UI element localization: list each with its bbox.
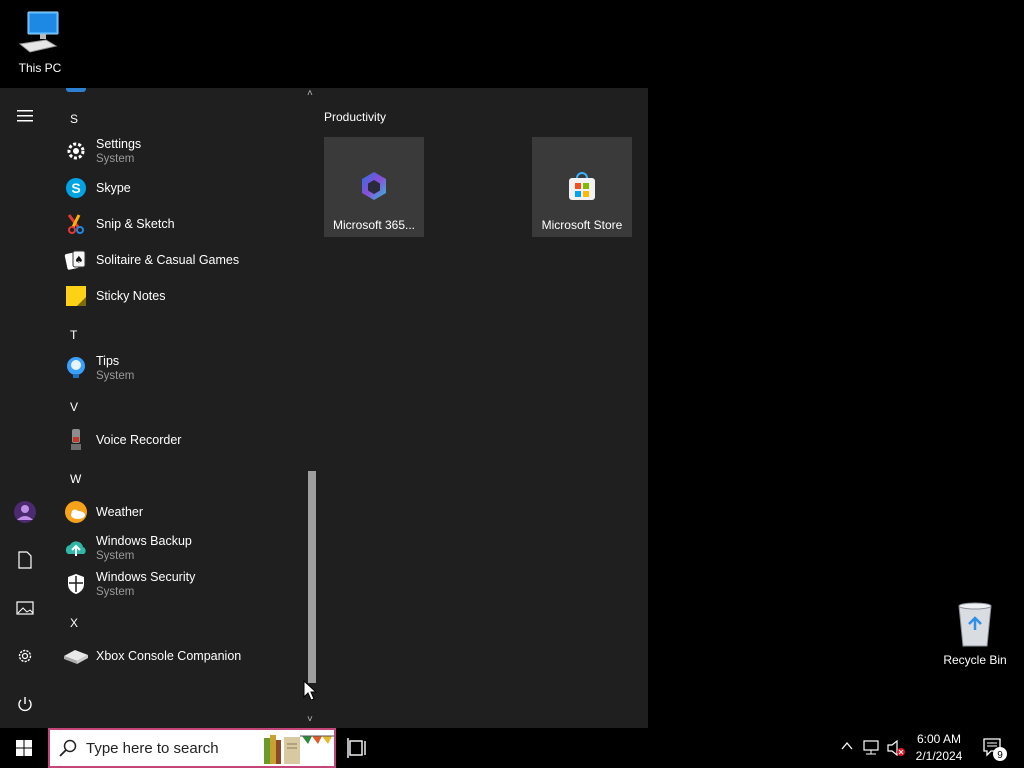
clock-time: 6:00 AM	[916, 732, 962, 746]
app-subtitle: System	[96, 586, 135, 598]
app-name: Settings	[96, 137, 142, 151]
scroll-down-arrow-icon[interactable]: ˅	[307, 714, 313, 725]
action-center-button[interactable]: 9	[980, 736, 1010, 762]
svg-text:S: S	[71, 180, 80, 196]
letter-header-w[interactable]: W	[70, 472, 81, 486]
app-name: Windows Backup	[96, 534, 192, 548]
search-icon	[50, 739, 86, 757]
svg-text:♠: ♠	[75, 255, 84, 266]
recycle-bin-icon	[958, 602, 992, 647]
windows-logo-icon	[16, 740, 32, 756]
taskbar: Type here to search 6:00 AM 2/1/2024 9	[0, 728, 1024, 768]
letter-header-v[interactable]: V	[70, 400, 78, 414]
documents-icon	[18, 551, 32, 569]
windows-security-shield-icon	[63, 571, 89, 597]
app-settings[interactable]: Settings System	[60, 134, 300, 168]
user-avatar-icon	[14, 501, 36, 523]
xbox-companion-icon	[63, 643, 89, 669]
app-subtitle: System	[96, 550, 135, 562]
app-name: Snip & Sketch	[96, 217, 175, 231]
power-icon	[18, 697, 32, 712]
notification-icon: 9	[983, 738, 1007, 761]
user-account-button[interactable]	[5, 492, 45, 532]
pictures-icon	[16, 601, 34, 615]
app-name: Weather	[96, 505, 144, 519]
app-subtitle: System	[96, 370, 135, 382]
app-sticky-notes[interactable]: Sticky Notes	[60, 279, 300, 313]
app-voice-recorder[interactable]: Voice Recorder	[60, 423, 300, 457]
windows-backup-icon	[63, 535, 89, 561]
tile-group-title[interactable]: Productivity	[324, 110, 386, 124]
scroll-up-arrow-icon[interactable]: ˄	[307, 88, 313, 99]
this-pc-label: This PC	[18, 61, 62, 75]
start-button[interactable]	[0, 728, 48, 768]
this-pc-desktop-icon[interactable]: This PC	[0, 8, 80, 75]
show-hidden-icons-chevron-icon[interactable]	[840, 739, 854, 753]
computer-icon	[18, 11, 59, 53]
settings-button[interactable]	[5, 636, 45, 676]
hamburger-icon	[17, 110, 33, 122]
letter-header-t[interactable]: T	[70, 328, 77, 342]
tiles-area: Productivity Microsoft 365... Microsoft …	[320, 88, 648, 728]
tile-microsoft-store[interactable]: Microsoft Store	[532, 137, 632, 237]
taskbar-search-box[interactable]: Type here to search	[48, 728, 336, 768]
app-name: Xbox Console Companion	[96, 649, 242, 663]
app-solitaire[interactable]: ♠ Solitaire & Casual Games	[60, 243, 300, 277]
app-xbox-console-companion[interactable]: Xbox Console Companion	[60, 639, 300, 673]
app-skype[interactable]: S Skype	[60, 171, 300, 205]
app-name: Voice Recorder	[96, 433, 182, 447]
hamburger-menu-button[interactable]	[5, 96, 45, 136]
volume-muted-icon[interactable]	[886, 739, 906, 757]
settings-gear-icon	[63, 138, 89, 164]
network-icon[interactable]	[862, 739, 880, 755]
notification-count-badge: 9	[997, 750, 1003, 761]
letter-header-x[interactable]: X	[70, 616, 78, 630]
app-list: S Settings System S Skype Snip & Sketch ♠…	[50, 88, 306, 728]
task-view-button[interactable]	[346, 736, 372, 760]
scrollbar-thumb[interactable]	[308, 471, 316, 683]
app-name: Windows Security	[96, 570, 196, 584]
tile-label: Microsoft Store	[541, 218, 623, 232]
tile-microsoft-365[interactable]: Microsoft 365...	[324, 137, 424, 237]
recycle-bin-label: Recycle Bin	[943, 653, 1007, 667]
mouse-cursor-icon	[303, 680, 317, 701]
microsoft-store-icon	[569, 172, 595, 200]
search-highlight-illustration	[264, 735, 334, 764]
documents-button[interactable]	[5, 540, 45, 580]
taskbar-clock[interactable]: 6:00 AM 2/1/2024	[906, 731, 972, 765]
start-rail	[0, 88, 50, 728]
clock-date: 2/1/2024	[915, 749, 963, 763]
partial-app-icon	[66, 88, 86, 92]
skype-icon: S	[63, 175, 89, 201]
pictures-button[interactable]	[5, 588, 45, 628]
app-name: Skype	[96, 181, 131, 195]
search-placeholder: Type here to search	[86, 739, 219, 757]
settings-icon	[18, 649, 32, 663]
recycle-bin-desktop-icon[interactable]: Recycle Bin	[935, 600, 1015, 667]
weather-icon	[63, 499, 89, 525]
sticky-notes-icon	[63, 283, 89, 309]
power-button[interactable]	[5, 684, 45, 724]
app-tips[interactable]: Tips System	[60, 351, 300, 385]
solitaire-icon: ♠	[63, 247, 89, 273]
app-windows-backup[interactable]: Windows Backup System	[60, 531, 300, 565]
app-name: Solitaire & Casual Games	[96, 253, 240, 267]
snip-sketch-icon	[63, 211, 89, 237]
microsoft-365-icon	[362, 172, 386, 200]
tips-lightbulb-icon	[63, 355, 89, 381]
voice-recorder-icon	[63, 427, 89, 453]
app-list-scrollbar[interactable]: ˄ ˅	[306, 88, 320, 728]
app-name: Sticky Notes	[96, 289, 166, 303]
letter-header-s[interactable]: S	[70, 112, 78, 126]
app-snip-sketch[interactable]: Snip & Sketch	[60, 207, 300, 241]
app-name: Tips	[96, 354, 120, 368]
tile-label: Microsoft 365...	[332, 218, 416, 232]
app-windows-security[interactable]: Windows Security System	[60, 567, 300, 601]
app-subtitle: System	[96, 153, 135, 165]
app-weather[interactable]: Weather	[60, 495, 300, 529]
start-menu: S Settings System S Skype Snip & Sketch ♠…	[0, 88, 648, 728]
